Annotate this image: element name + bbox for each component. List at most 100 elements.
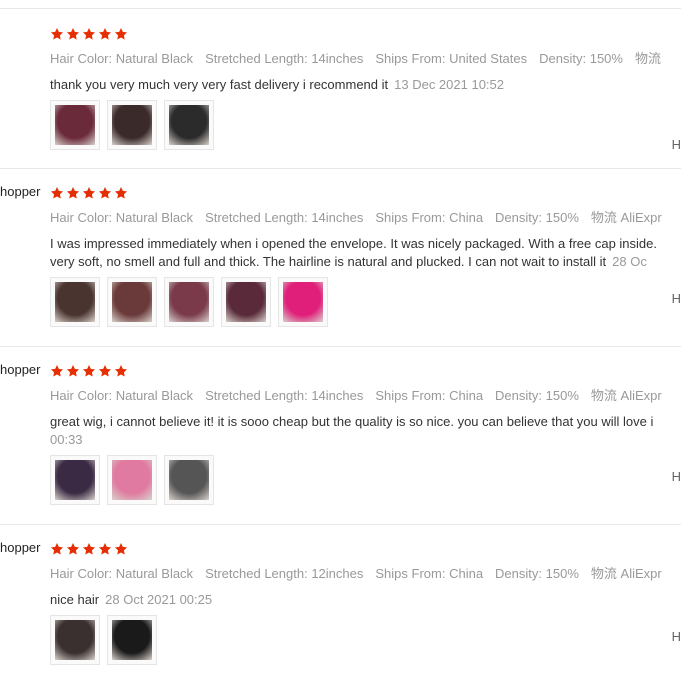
review-photos — [50, 455, 221, 505]
review-photo[interactable] — [221, 277, 271, 327]
review-photo[interactable] — [107, 277, 157, 327]
star-icon — [98, 27, 112, 41]
attribute-value: China — [449, 388, 484, 403]
attribute-value: China — [449, 210, 484, 225]
review-text-line: great wig, i cannot believe it! it is so… — [50, 413, 681, 431]
review-text-content: thank you very much very very fast deliv… — [50, 77, 389, 92]
sku-attributes: Hair Color: Natural Black Stretched Lengt… — [50, 388, 674, 404]
attribute-value: United States — [449, 51, 528, 66]
sku-attribute: Stretched Length: 14inches — [205, 388, 363, 403]
star-icon — [98, 542, 112, 556]
helpful-button[interactable]: H — [672, 469, 681, 484]
review-photo[interactable] — [107, 100, 157, 150]
star-icon — [114, 364, 128, 378]
review-photo[interactable] — [107, 455, 157, 505]
review-photo[interactable] — [50, 100, 100, 150]
helpful-button[interactable]: H — [672, 291, 681, 306]
attribute-value: 150% — [545, 210, 579, 225]
review-divider — [0, 346, 681, 347]
star-icon — [50, 27, 64, 41]
attribute-value: China — [449, 566, 484, 581]
review-photo[interactable] — [164, 277, 214, 327]
review-photo[interactable] — [164, 100, 214, 150]
attribute-label: Ships From: — [375, 566, 446, 581]
review-text: I was impressed immediately when i opene… — [50, 235, 681, 271]
star-icon — [82, 27, 96, 41]
attribute-value: AliExpr — [620, 388, 662, 403]
helpful-button[interactable]: H — [672, 137, 681, 152]
attribute-label: Hair Color: — [50, 566, 113, 581]
attribute-label: Density: — [539, 51, 587, 66]
attribute-label: Density: — [495, 566, 543, 581]
sku-attribute: 物流 AliExpr — [591, 210, 662, 225]
sku-attribute: Ships From: United States — [375, 51, 527, 66]
attribute-label: Ships From: — [375, 51, 446, 66]
sku-attribute: Hair Color: Natural Black — [50, 210, 193, 225]
star-icon — [82, 186, 96, 200]
attribute-value: Natural Black — [115, 566, 194, 581]
attribute-value: Natural Black — [115, 51, 194, 66]
review-photo[interactable] — [50, 615, 100, 665]
photo-image — [55, 460, 95, 500]
attribute-label: Stretched Length: — [205, 210, 308, 225]
photo-image — [169, 460, 209, 500]
review-text-line: thank you very much very very fast deliv… — [50, 76, 681, 94]
attribute-label: 物流 — [590, 566, 617, 581]
photo-image — [55, 620, 95, 660]
sku-attribute: Stretched Length: 12inches — [205, 566, 363, 581]
star-icon — [98, 364, 112, 378]
sku-attribute: Ships From: China — [375, 210, 483, 225]
review-divider — [0, 524, 681, 525]
sku-attribute: Density: 150% — [495, 210, 579, 225]
attribute-label: Ships From: — [375, 210, 446, 225]
photo-image — [112, 620, 152, 660]
review-photo[interactable] — [50, 455, 100, 505]
review-text-line: I was impressed immediately when i opene… — [50, 235, 681, 253]
attribute-value: 12inches — [311, 566, 364, 581]
photo-image — [169, 105, 209, 145]
star-icon — [98, 186, 112, 200]
review-text: thank you very much very very fast deliv… — [50, 76, 681, 94]
sku-attribute: 物流 AliExpr — [591, 388, 662, 403]
helpful-button[interactable]: H — [672, 629, 681, 644]
attribute-label: Hair Color: — [50, 210, 113, 225]
star-icon — [114, 27, 128, 41]
attribute-label: Hair Color: — [50, 388, 113, 403]
sku-attribute: Stretched Length: 14inches — [205, 51, 363, 66]
review-photo[interactable] — [164, 455, 214, 505]
attribute-value: 14inches — [311, 388, 364, 403]
star-icon — [114, 542, 128, 556]
star-icon — [66, 186, 80, 200]
sku-attributes: Hair Color: Natural Black Stretched Lengt… — [50, 51, 673, 67]
attribute-value: 150% — [545, 566, 579, 581]
sku-attribute: Ships From: China — [375, 566, 483, 581]
photo-image — [169, 282, 209, 322]
attribute-value: 14inches — [311, 210, 364, 225]
attribute-label: Density: — [495, 388, 543, 403]
attribute-value: AliExpr — [620, 566, 662, 581]
star-icon — [50, 542, 64, 556]
review-photo[interactable] — [107, 615, 157, 665]
star-icon — [50, 186, 64, 200]
sku-attribute: Ships From: China — [375, 388, 483, 403]
star-icon — [82, 542, 96, 556]
photo-image — [112, 105, 152, 145]
attribute-value: AliExpr — [620, 210, 662, 225]
review-text-line: very soft, no smell and full and thick. … — [50, 253, 681, 271]
review-text-content: very soft, no smell and full and thick. … — [50, 254, 607, 269]
review-photo[interactable] — [50, 277, 100, 327]
attribute-label: Stretched Length: — [205, 566, 308, 581]
star-rating — [50, 364, 130, 378]
attribute-value: 150% — [545, 388, 579, 403]
attribute-label: Ships From: — [375, 388, 446, 403]
review-photo[interactable] — [278, 277, 328, 327]
review-photos — [50, 615, 164, 665]
attribute-label: 物流 — [590, 388, 617, 403]
review-text-content: great wig, i cannot believe it! it is so… — [50, 414, 654, 429]
star-rating — [50, 27, 130, 41]
buyer-name: hopper — [0, 362, 41, 377]
sku-attribute: Density: 150% — [495, 388, 579, 403]
star-icon — [82, 364, 96, 378]
review-list: Hair Color: Natural Black Stretched Lengt… — [0, 0, 681, 681]
attribute-label: Stretched Length: — [205, 51, 308, 66]
